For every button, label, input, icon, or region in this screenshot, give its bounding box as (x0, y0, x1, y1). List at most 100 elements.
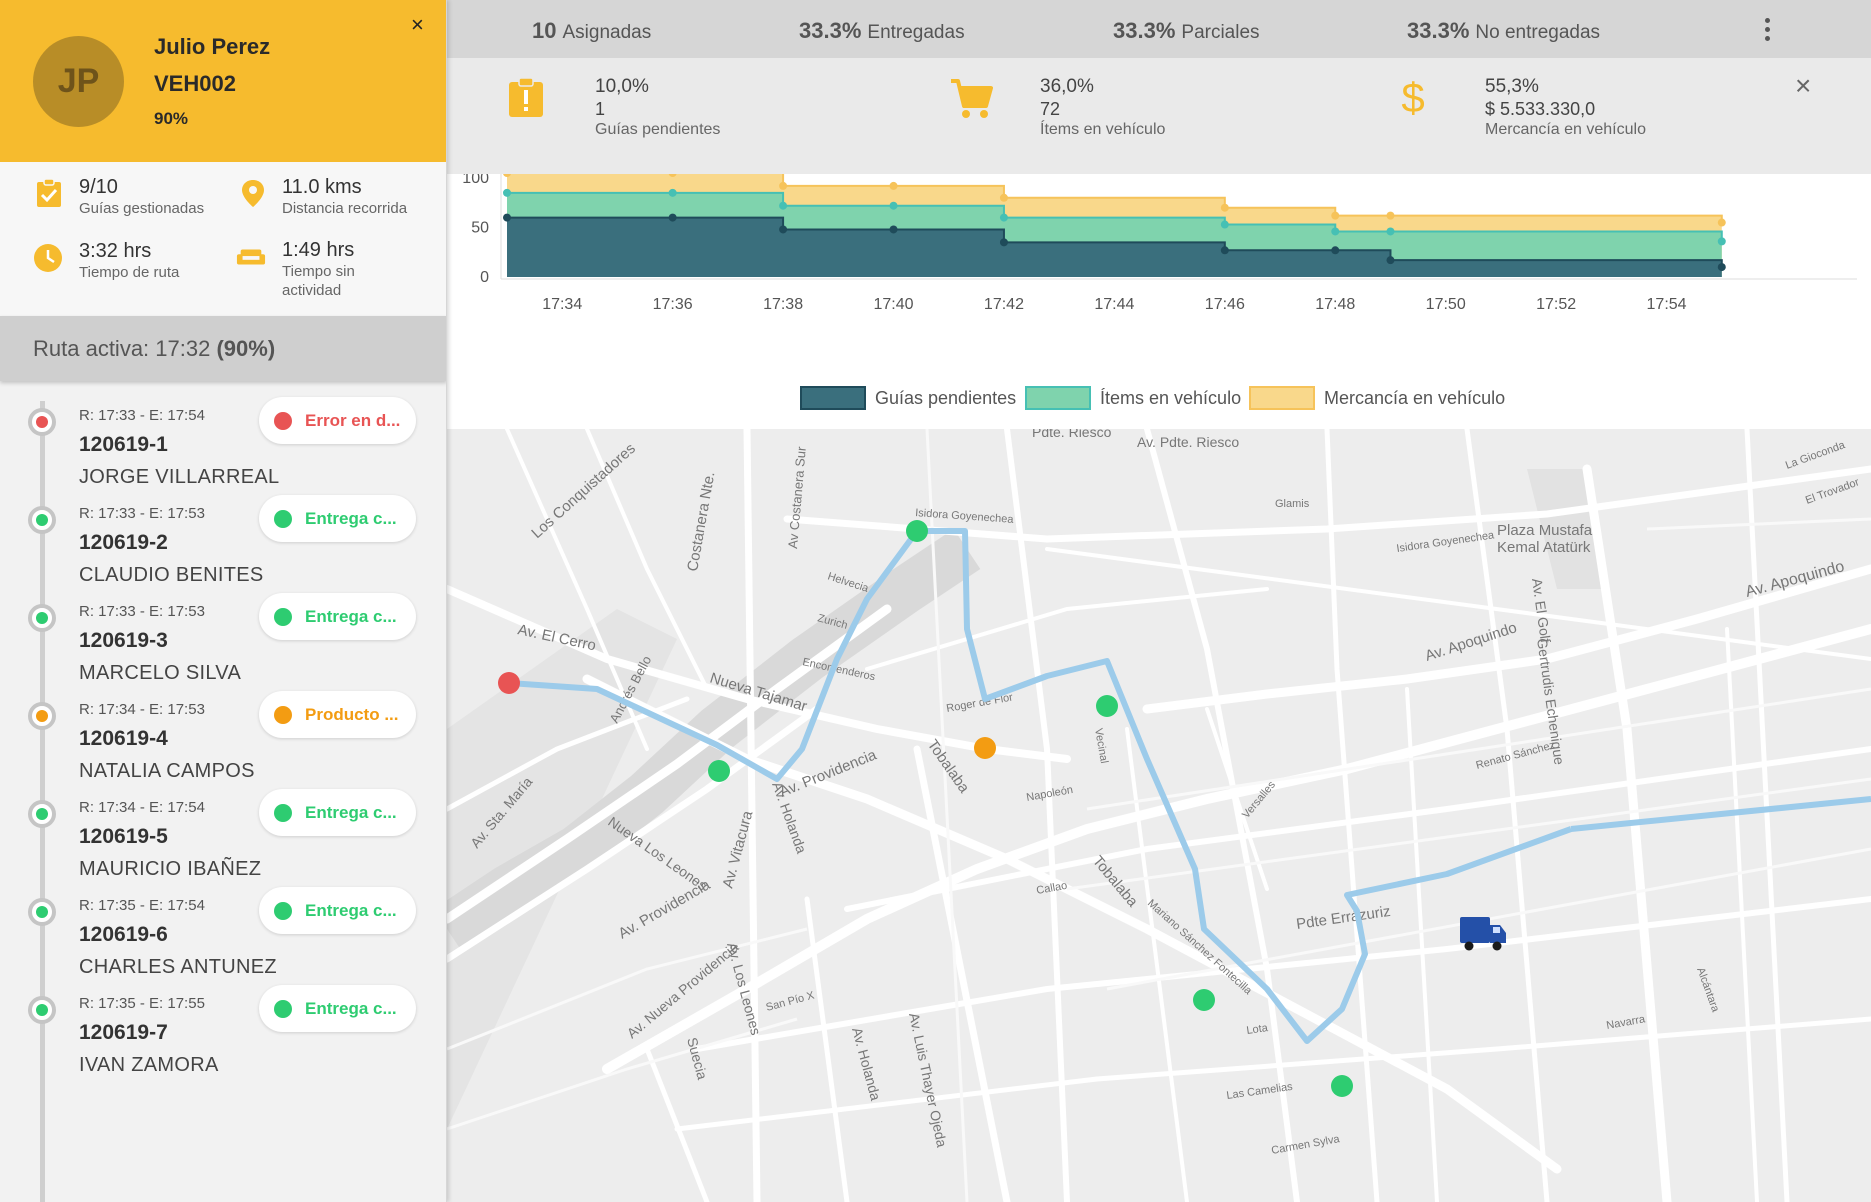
data-point (1331, 211, 1340, 220)
status-badge-dot (274, 901, 292, 920)
status-dot-fill (36, 416, 48, 428)
metrics-panel: 10,0% 1 Guías pendientes 36,0% 72 Ítems … (447, 58, 1871, 174)
status-dot (28, 996, 56, 1024)
data-point (1386, 227, 1395, 236)
stat-distance: 11.0 kms Distancia recorrida (282, 176, 407, 218)
delivery-time: R: 17:33 - E: 17:54 (79, 407, 205, 424)
status-badge-dot (274, 411, 292, 430)
data-point (1386, 256, 1395, 265)
x-tick-label: 17:38 (763, 296, 803, 313)
stat-assigned-label: Asignadas (562, 22, 652, 43)
driver-progress: 90% (154, 109, 189, 128)
data-point (1331, 246, 1340, 255)
driver-sidebar: JP Julio Perez VEH002 90% × 9/10 Guías g… (0, 0, 447, 1202)
legend-swatch (1025, 386, 1091, 410)
metric-goods-num: $ 5.533.330,0 (1485, 99, 1596, 119)
x-tick-label: 17:42 (984, 296, 1024, 313)
data-point (1220, 203, 1229, 212)
status-badge-label: Producto ... (305, 704, 399, 724)
stat-assigned-value: 10 (532, 18, 557, 43)
stop-marker-delivered[interactable] (906, 520, 928, 542)
active-route-bar[interactable]: Ruta activa: 17:32 (90%) (0, 316, 446, 381)
data-point (668, 213, 677, 222)
stat-idle-label-1: Tiempo sin (282, 263, 355, 280)
more-options-icon[interactable] (1763, 18, 1771, 44)
status-badge[interactable]: Producto ... (259, 691, 416, 738)
active-route-pct: (90%) (216, 336, 276, 361)
data-point (889, 201, 898, 210)
data-point (1220, 220, 1229, 229)
data-point (1220, 246, 1229, 255)
stat-undelivered: 33.3% No entregadas (1407, 18, 1600, 44)
y-tick-label: 100 (462, 174, 489, 187)
driver-stats: 9/10 Guías gestionadas 11.0 kms Distanci… (0, 162, 446, 316)
app-root: JP Julio Perez VEH002 90% × 9/10 Guías g… (0, 0, 1871, 1202)
data-point (889, 181, 898, 190)
delivery-time: R: 17:34 - E: 17:53 (79, 701, 205, 718)
stat-delivered-value: 33.3% (799, 18, 862, 43)
data-point (999, 238, 1008, 247)
x-tick-label: 17:36 (653, 296, 693, 313)
status-badge[interactable]: Entrega c... (259, 887, 416, 934)
stat-guides-value: 9/10 (79, 176, 118, 198)
status-badge-dot (274, 999, 292, 1018)
x-tick-label: 17:50 (1426, 296, 1466, 313)
list-item[interactable]: R: 17:35 - E: 17:55 120619-7 IVAN ZAMORA En… (0, 969, 446, 1086)
stop-marker-delivered[interactable] (1096, 695, 1118, 717)
stop-marker-delivered[interactable] (1331, 1075, 1353, 1097)
stop-marker-error[interactable] (498, 672, 520, 694)
delivery-time: R: 17:33 - E: 17:53 (79, 603, 205, 620)
status-badge[interactable]: Entrega c... (259, 593, 416, 640)
clipboard-check-icon (37, 178, 61, 207)
delivery-client: IVAN ZAMORA (79, 1054, 219, 1076)
stop-marker-delivered[interactable] (1193, 989, 1215, 1011)
status-badge[interactable]: Entrega c... (259, 789, 416, 836)
metric-pending-num: 1 (595, 99, 606, 119)
driver-card: JP Julio Perez VEH002 90% × (0, 0, 446, 162)
metric-items: 36,0% 72 Ítems en vehículo (1040, 76, 1165, 140)
map-canvas[interactable]: Av. Pdte. Riesco Pdte. Riesco Los Conqui… (447, 429, 1871, 1202)
close-icon[interactable]: × (411, 14, 424, 36)
status-badge[interactable]: Error en d... (259, 397, 416, 444)
stat-guides: 9/10 Guías gestionadas (79, 176, 204, 218)
data-point (779, 225, 788, 234)
status-badge-label: Entrega c... (305, 606, 397, 626)
stat-delivered-label: Entregadas (867, 22, 965, 43)
stat-undelivered-label: No entregadas (1475, 22, 1601, 43)
status-dot-fill (36, 1004, 48, 1016)
delivery-code: 120619-4 (79, 727, 168, 750)
metric-goods: 55,3% $ 5.533.330,0 Mercancía en vehícul… (1485, 76, 1646, 140)
status-badge-dot (274, 509, 292, 528)
legend-label: Mercancía en vehículo (1324, 388, 1505, 408)
delivery-code: 120619-7 (79, 1021, 168, 1044)
stop-marker-delivered[interactable] (708, 760, 730, 782)
status-badge[interactable]: Entrega c... (259, 985, 416, 1032)
stat-undelivered-value: 33.3% (1407, 18, 1470, 43)
map-label-plaza-2: Kemal Atatürk (1497, 539, 1591, 556)
close-metrics-icon[interactable]: × (1795, 72, 1811, 100)
data-point (1331, 227, 1340, 236)
stop-marker-partial[interactable] (974, 737, 996, 759)
route-map[interactable]: Av. Pdte. Riesco Pdte. Riesco Los Conqui… (447, 429, 1871, 1202)
delivery-code: 120619-5 (79, 825, 168, 848)
driver-name: Julio Perez (154, 34, 271, 59)
data-point (668, 188, 677, 197)
data-point (779, 201, 788, 210)
x-tick-label: 17:44 (1094, 296, 1134, 313)
x-tick-label: 17:34 (542, 296, 582, 313)
metric-pending-label: Guías pendientes (595, 121, 721, 138)
delivery-code: 120619-1 (79, 433, 168, 456)
x-tick-label: 17:40 (873, 296, 913, 313)
status-dot (28, 898, 56, 926)
driver-vehicle: VEH002 (154, 71, 236, 96)
delivery-code: 120619-2 (79, 531, 168, 554)
status-badge[interactable]: Entrega c... (259, 495, 416, 542)
legend-label: Guías pendientes (875, 388, 1016, 408)
status-badge-label: Entrega c... (305, 900, 397, 920)
map-label-pdte-riesco: Pdte. Riesco (1032, 429, 1112, 440)
summary-bar: 10 Asignadas 33.3% Entregadas 33.3% Parcial… (447, 0, 1871, 58)
metric-pending: 10,0% 1 Guías pendientes (595, 76, 720, 140)
data-point (1717, 218, 1726, 227)
status-badge-dot (274, 607, 292, 626)
status-badge-label: Entrega c... (305, 998, 397, 1018)
